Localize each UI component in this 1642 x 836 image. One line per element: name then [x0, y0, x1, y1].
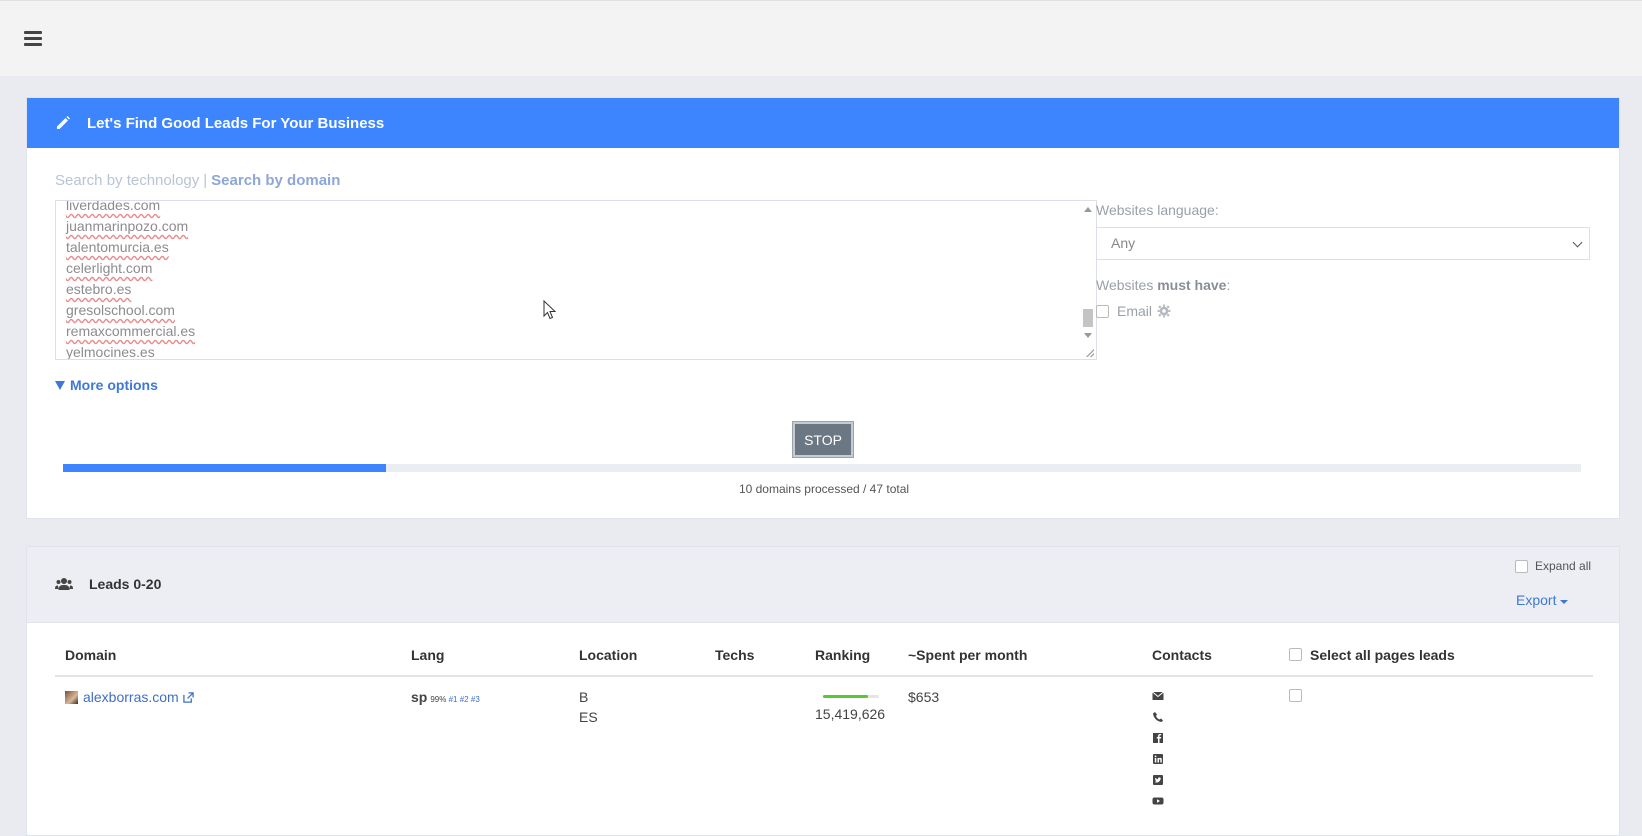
column-header-lang[interactable]: Lang	[401, 634, 569, 677]
domain-entry: gresolschool.com	[66, 302, 175, 318]
domain-entry: talentomurcia.es	[66, 239, 169, 255]
domain-entry: liverdades.com	[66, 200, 161, 213]
external-link-icon[interactable]	[182, 691, 194, 703]
more-options-toggle[interactable]: More options	[55, 377, 158, 393]
envelope-icon[interactable]	[1152, 690, 1164, 702]
cell-ranking: 15,419,626	[805, 676, 898, 815]
triangle-down-icon	[55, 380, 65, 390]
domain-entry: celerlight.com	[66, 260, 153, 276]
location-country: ES	[579, 709, 598, 725]
email-filter: Email	[1096, 303, 1171, 319]
export-label: Export	[1516, 592, 1557, 608]
email-checkbox[interactable]	[1096, 304, 1109, 318]
expand-all: Expand all	[1515, 559, 1591, 573]
menu-icon[interactable]	[24, 31, 42, 46]
domain-entry: yelmocines.es	[66, 344, 155, 360]
column-header-location[interactable]: Location	[569, 634, 705, 677]
table-header-row: Domain Lang Location Techs Ranking ~Spen…	[55, 634, 1593, 677]
top-bar	[0, 0, 1642, 76]
location-city: B	[579, 689, 589, 705]
search-by-technology-link[interactable]: Search by technology	[55, 172, 199, 189]
progress-bar	[63, 464, 1581, 472]
mouse-cursor-icon	[543, 300, 557, 320]
stop-button[interactable]: STOP	[792, 421, 854, 458]
expand-all-checkbox[interactable]	[1515, 559, 1528, 573]
websites-must-have-label: Websites must have:	[1096, 277, 1230, 293]
email-label: Email	[1117, 303, 1153, 319]
leads-table: Domain Lang Location Techs Ranking ~Spen…	[55, 634, 1593, 815]
domains-textarea[interactable]: liverdades.com juanmarinpozo.com talento…	[55, 200, 1097, 360]
expand-all-label: Expand all	[1535, 559, 1592, 573]
ranking-value: 15,419,626	[815, 706, 886, 722]
leads-title: Leads 0-20	[55, 576, 161, 592]
must-have-prefix: Websites	[1096, 277, 1158, 293]
search-mode-switch: Search by technology | Search by domain	[55, 172, 340, 189]
domain-entry: estebro.es	[66, 281, 132, 297]
caret-down-icon	[1560, 599, 1569, 604]
select-all-label: Select all pages leads	[1310, 646, 1455, 663]
search-mode-separator: |	[203, 172, 208, 189]
progress-text: 10 domains processed / 47 total	[738, 482, 910, 496]
must-have-suffix: :	[1226, 277, 1231, 293]
users-icon	[55, 578, 73, 590]
column-header-contacts[interactable]: Contacts	[1142, 634, 1279, 677]
pencil-icon	[57, 116, 70, 129]
scroll-down-icon[interactable]	[1084, 333, 1092, 338]
chevron-down-icon	[1572, 237, 1583, 248]
row-select-checkbox[interactable]	[1289, 689, 1302, 702]
youtube-icon[interactable]	[1152, 795, 1164, 807]
must-have-bold: must have	[1157, 277, 1227, 293]
facebook-icon[interactable]	[1152, 732, 1164, 744]
column-header-ranking[interactable]: Ranking	[805, 634, 898, 677]
site-favicon	[65, 690, 78, 704]
twitter-icon[interactable]	[1152, 774, 1164, 786]
textarea-scrollbar[interactable]	[1080, 201, 1096, 359]
column-header-spent[interactable]: ~Spent per month	[898, 634, 1142, 677]
more-options-label: More options	[70, 377, 158, 393]
leads-title-label: Leads 0-20	[89, 576, 162, 592]
cell-location: B ES	[569, 676, 705, 815]
search-by-domain-link[interactable]: Search by domain	[211, 172, 340, 189]
gear-icon[interactable]	[1157, 304, 1171, 318]
resize-handle-icon[interactable]	[1086, 349, 1094, 357]
cell-select	[1279, 676, 1593, 815]
websites-language-label: Websites language:	[1096, 202, 1219, 218]
phone-icon[interactable]	[1152, 711, 1164, 723]
domain-entry: remaxcommercial.es	[66, 323, 196, 339]
ranking-bar-fill	[823, 695, 868, 698]
lang-code: sp	[411, 689, 428, 705]
select-all-checkbox[interactable]	[1289, 648, 1302, 661]
export-dropdown[interactable]: Export	[1516, 592, 1569, 608]
scroll-up-icon[interactable]	[1084, 207, 1092, 212]
lang-tag-1[interactable]: #1	[449, 695, 458, 704]
leads-header: Leads 0-20 Expand all Export	[27, 547, 1619, 623]
search-panel-title: Let's Find Good Leads For Your Business	[87, 114, 385, 132]
search-panel: Let's Find Good Leads For Your Business …	[26, 97, 1620, 519]
domain-list: liverdades.com juanmarinpozo.com talento…	[66, 200, 196, 360]
websites-language-select[interactable]: Any	[1096, 227, 1590, 260]
leads-panel: Leads 0-20 Expand all Export Domain Lang…	[26, 546, 1620, 836]
column-header-techs[interactable]: Techs	[705, 634, 805, 677]
ranking-bar	[823, 695, 879, 698]
search-panel-header: Let's Find Good Leads For Your Business	[27, 98, 1619, 148]
column-header-domain[interactable]: Domain	[55, 634, 401, 677]
scroll-thumb[interactable]	[1083, 309, 1093, 327]
lang-percent: 99%	[430, 695, 447, 704]
cell-lang: sp 99% #1 #2 #3	[401, 676, 569, 815]
table-row: alexborras.com sp 99% #1 #2 #3 B ES 15,41…	[55, 676, 1593, 815]
domain-link[interactable]: alexborras.com	[65, 689, 194, 705]
cell-spent: $653	[908, 689, 940, 705]
domain-entry: juanmarinpozo.com	[66, 218, 189, 234]
language-selected-value: Any	[1111, 235, 1136, 251]
cell-techs	[705, 676, 805, 815]
cell-domain: alexborras.com	[55, 676, 401, 815]
progress-fill	[63, 464, 387, 472]
domain-text: alexborras.com	[83, 689, 179, 705]
lang-tag-3[interactable]: #3	[471, 695, 480, 704]
column-header-select-all: Select all pages leads	[1279, 634, 1593, 677]
linkedin-icon[interactable]	[1152, 753, 1164, 765]
cell-contacts	[1142, 676, 1279, 815]
lang-tag-2[interactable]: #2	[460, 695, 469, 704]
